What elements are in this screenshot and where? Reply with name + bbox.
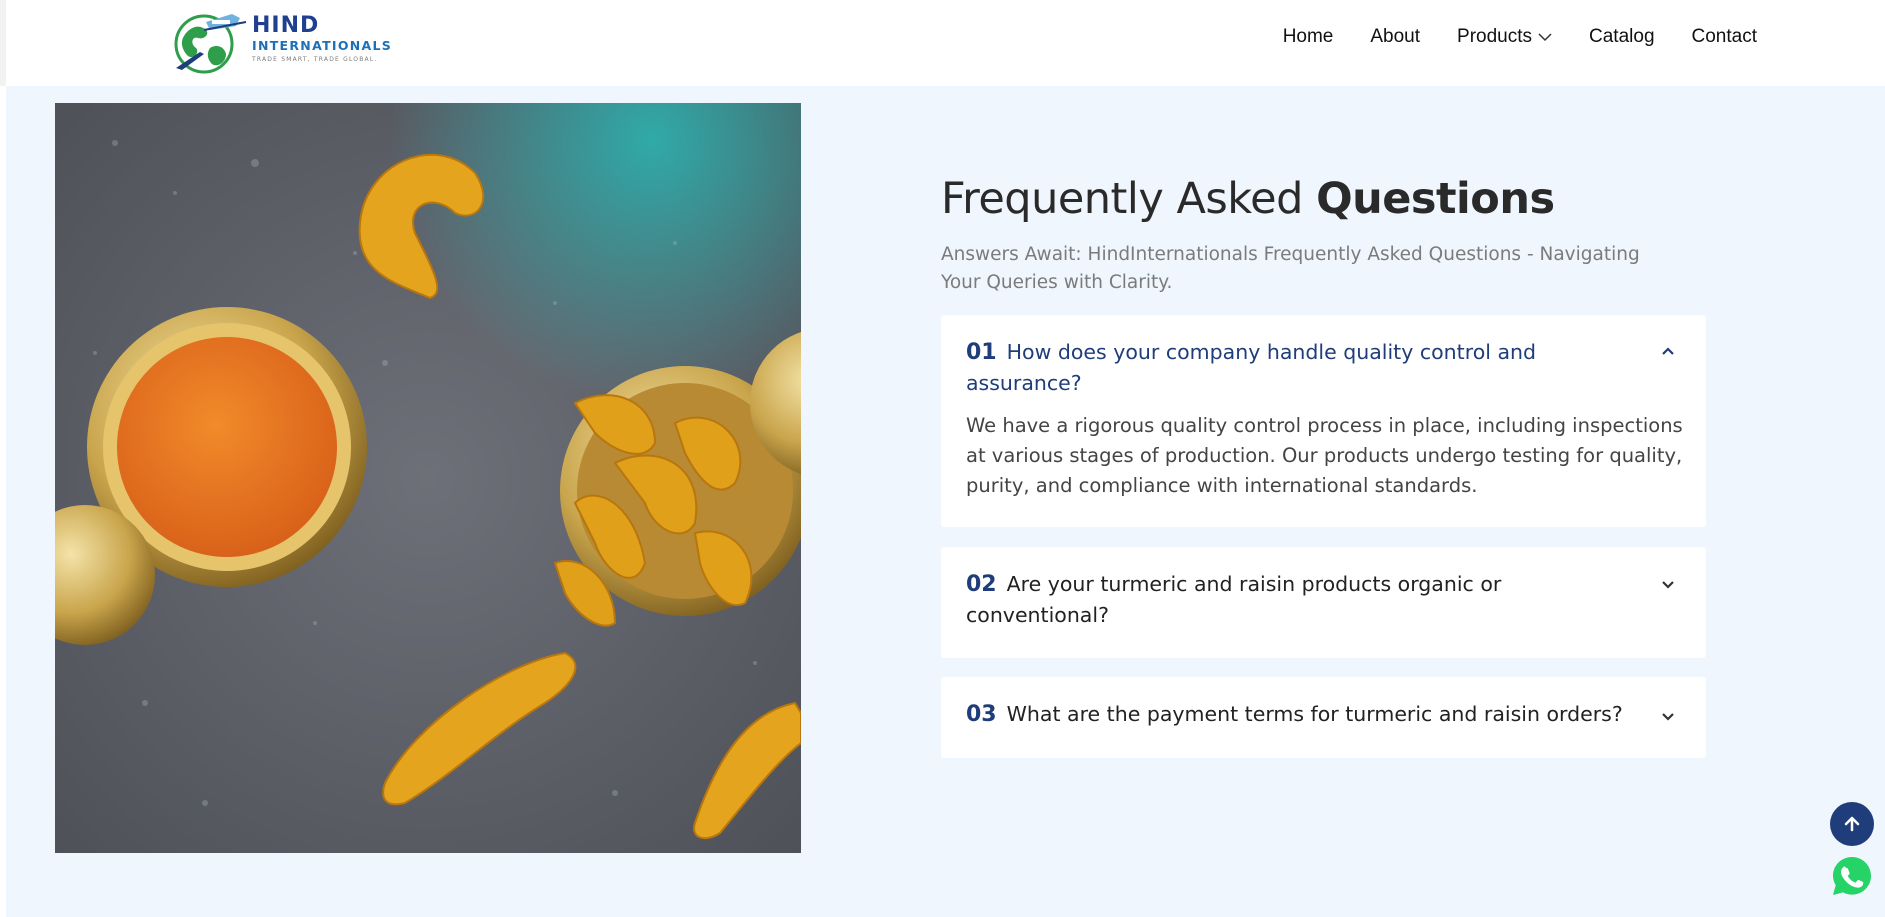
chevron-down-icon[interactable] (1660, 709, 1676, 725)
chevron-down-icon[interactable] (1660, 577, 1676, 593)
nav-catalog[interactable]: Catalog (1589, 26, 1655, 48)
globe-logo-icon (174, 14, 247, 74)
faq-question-2-text: Are your turmeric and raisin products or… (966, 572, 1502, 627)
faq-section: Frequently Asked Questions Answers Await… (6, 86, 1885, 917)
brand-logo[interactable]: HIND INTERNATIONALS TRADE SMART, TRADE G… (170, 8, 392, 76)
faq-question-1-text: How does your company handle quality con… (966, 340, 1537, 395)
turmeric-photo (55, 103, 801, 853)
chevron-up-icon[interactable] (1660, 343, 1676, 359)
nav-about[interactable]: About (1370, 26, 1420, 48)
faq-subtitle: Answers Await: HindInternationals Freque… (941, 244, 1640, 293)
site-header: HIND INTERNATIONALS TRADE SMART, TRADE G… (0, 0, 1885, 86)
faq-answer-1: We have a rigorous quality control proce… (966, 414, 1683, 497)
nav-about-label: About (1370, 26, 1421, 47)
faq-item-1: 01 How does your company handle quality c… (941, 315, 1706, 527)
whatsapp-icon[interactable] (1830, 854, 1874, 898)
faq-item-3: 03 What are the payment terms for turmeri… (941, 677, 1706, 758)
brand-tagline: TRADE SMART, TRADE GLOBAL. (252, 56, 378, 63)
chevron-down-icon (1538, 32, 1552, 41)
faq-question-3[interactable]: 03 What are the payment terms for turmeri… (966, 699, 1666, 730)
nav-contact[interactable]: Contact (1692, 26, 1757, 48)
faq-number-2: 02 (966, 572, 997, 597)
faq-number-3: 03 (966, 702, 997, 727)
faq-question-3-text: What are the payment terms for turmeric … (1006, 702, 1623, 726)
nav-contact-label: Contact (1691, 26, 1757, 47)
faq-number-1: 01 (966, 340, 997, 365)
nav-catalog-label: Catalog (1589, 26, 1655, 47)
faq-question-1[interactable]: 01 How does your company handle quality c… (966, 337, 1646, 398)
faq-title: Frequently Asked Questions (941, 174, 1555, 224)
faq-title-bold: Questions (1316, 174, 1555, 224)
faq-title-light: Frequently Asked (941, 174, 1317, 224)
faq-question-2[interactable]: 02 Are your turmeric and raisin products … (966, 569, 1646, 630)
brand-name-line2: INTERNATIONALS (252, 38, 393, 53)
main-nav: Home About Products Catalog Contact (1246, 26, 1757, 48)
nav-home[interactable]: Home (1283, 26, 1334, 48)
nav-products[interactable]: Products (1457, 26, 1552, 48)
nav-home-label: Home (1282, 26, 1334, 47)
brand-name-line1: HIND (252, 13, 320, 38)
nav-products-label: Products (1457, 26, 1533, 47)
faq-item-2: 02 Are your turmeric and raisin products … (941, 547, 1706, 658)
scroll-to-top-button[interactable] (1830, 802, 1874, 846)
arrow-up-icon (1844, 816, 1860, 832)
